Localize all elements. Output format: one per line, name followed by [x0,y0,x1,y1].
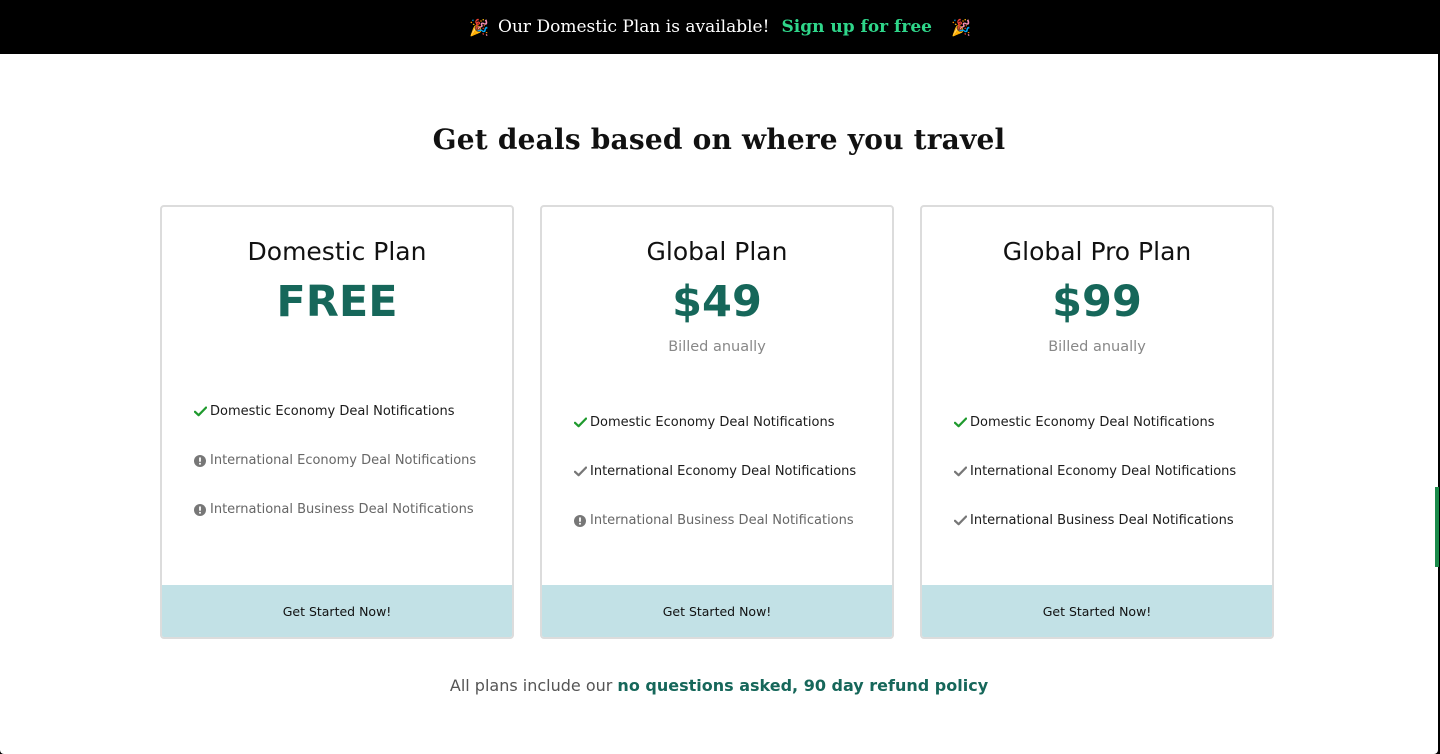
pricing-section: Get deals based on where you travel Dome… [0,54,1439,754]
plan-card-global-pro: Global Pro Plan $99 Billed anually Domes… [920,205,1274,639]
feature-list: Domestic Economy Deal Notifications Inter… [953,398,1262,545]
refund-policy-link[interactable]: no questions asked, 90 day refund policy [617,676,988,695]
plan-title: Global Plan [646,237,788,266]
feature-label: International Business Deal Notification… [590,513,854,528]
feature-label: International Business Deal Notification… [210,502,474,517]
billing-note: Billed anually [668,339,766,355]
feature-item: Domestic Economy Deal Notifications [953,398,1262,447]
feature-label: International Economy Deal Notifications [210,453,477,468]
plan-price: $99 [1052,277,1142,327]
feature-label: Domestic Economy Deal Notifications [970,415,1215,430]
banner-text: Our Domestic Plan is available! [498,17,770,37]
feature-label: International Economy Deal Notifications [590,464,857,479]
billing-note: Billed anually [1048,339,1146,355]
feature-list: Domestic Economy Deal Notifications Inter… [193,387,502,534]
feature-label: Domestic Economy Deal Notifications [590,415,835,430]
plan-title: Domestic Plan [247,237,427,266]
info-circle-icon [193,503,207,517]
refund-text: All plans include our [449,676,613,695]
check-icon [953,465,967,479]
feature-item: International Business Deal Notification… [573,496,882,545]
party-popper-icon: 🎉 [469,17,489,37]
party-popper-icon: 🎉 [950,17,971,37]
check-icon [573,416,587,430]
feature-item: International Business Deal Notification… [193,485,502,534]
feature-label: International Economy Deal Notifications [970,464,1237,479]
plan-price: $49 [672,277,762,327]
feature-label: Domestic Economy Deal Notifications [210,404,455,419]
refund-note: All plans include our no questions asked… [0,676,1438,695]
feature-item: Domestic Economy Deal Notifications [573,398,882,447]
feature-item: International Economy Deal Notifications [193,436,502,485]
announcement-banner: 🎉 Our Domestic Plan is available! Sign u… [0,0,1440,54]
check-icon [953,416,967,430]
get-started-button[interactable]: Get Started Now! [162,585,512,637]
feature-item: International Economy Deal Notifications [953,447,1262,496]
plan-price: FREE [276,277,398,327]
feature-item: International Economy Deal Notifications [573,447,882,496]
get-started-button[interactable]: Get Started Now! [542,585,892,637]
feature-label: International Business Deal Notification… [970,513,1234,528]
signup-link[interactable]: Sign up for free [781,17,932,37]
plan-card-global: Global Plan $49 Billed anually Domestic … [540,205,894,639]
check-icon [193,405,207,419]
get-started-button[interactable]: Get Started Now! [922,585,1272,637]
check-icon [953,514,967,528]
side-scroll-indicator [1435,487,1439,567]
check-icon [573,465,587,479]
info-circle-icon [193,454,207,468]
feature-list: Domestic Economy Deal Notifications Inter… [573,398,882,545]
page-title: Get deals based on where you travel [432,123,1006,156]
plan-card-domestic: Domestic Plan FREE Domestic Economy Deal… [160,205,514,639]
feature-item: Domestic Economy Deal Notifications [193,387,502,436]
plan-title: Global Pro Plan [1002,237,1192,266]
feature-item: International Business Deal Notification… [953,496,1262,545]
info-circle-icon [573,514,587,528]
